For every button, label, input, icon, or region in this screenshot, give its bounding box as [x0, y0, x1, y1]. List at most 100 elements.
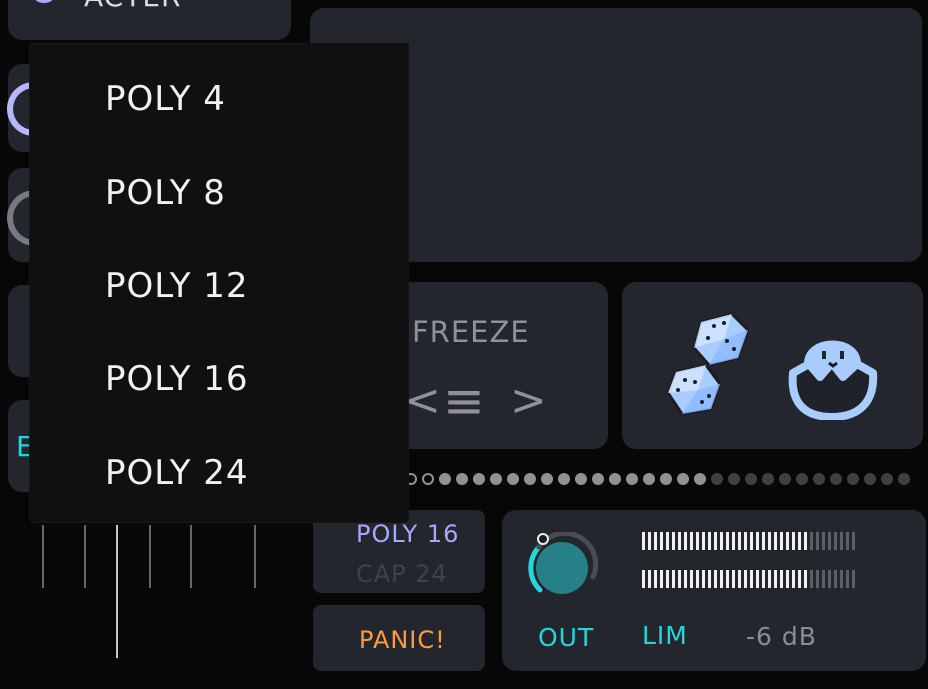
- level-bar: [744, 570, 747, 588]
- sequence-dot: [541, 473, 553, 485]
- dot-sequence: [405, 473, 925, 489]
- level-bar: [750, 532, 753, 550]
- partial-radio-icon: [30, 0, 58, 3]
- level-bar: [768, 532, 771, 550]
- output-label: OUT: [538, 623, 595, 652]
- level-bar: [822, 570, 825, 588]
- cap-value: CAP 24: [356, 560, 448, 588]
- sequence-dot: [558, 473, 570, 485]
- sequence-dot: [898, 473, 910, 485]
- sequence-dot: [779, 473, 791, 485]
- meter-line: [84, 525, 86, 588]
- level-bar: [720, 532, 723, 550]
- meter-line: [254, 525, 256, 588]
- partial-top-label: ACTER: [84, 0, 181, 13]
- freeze-label: FREEZE: [412, 315, 530, 349]
- level-bar: [840, 532, 843, 550]
- sequence-dot: [626, 473, 638, 485]
- level-bar: [678, 570, 681, 588]
- sequence-dot: [796, 473, 808, 485]
- panic-button-label: PANIC!: [359, 626, 446, 654]
- menu-item-poly-16[interactable]: POLY 16: [105, 348, 405, 410]
- level-bar: [714, 570, 717, 588]
- level-bar: [780, 570, 783, 588]
- voice-mode-dropdown-menu[interactable]: POLY 4 POLY 8 POLY 12 POLY 16 POLY 24: [30, 44, 408, 522]
- level-bar: [660, 570, 663, 588]
- level-bar: [666, 532, 669, 550]
- level-bar: [648, 532, 651, 550]
- level-bar: [804, 532, 807, 550]
- level-bar: [792, 570, 795, 588]
- sequence-dot: [830, 473, 842, 485]
- level-bar: [672, 532, 675, 550]
- sequence-dot: [609, 473, 621, 485]
- level-bar: [786, 570, 789, 588]
- level-bar: [696, 532, 699, 550]
- sequence-dot: [507, 473, 519, 485]
- output-knob-icon[interactable]: [526, 532, 598, 604]
- gain-value[interactable]: -6 dB: [746, 622, 817, 651]
- level-bar: [804, 570, 807, 588]
- level-bar: [786, 532, 789, 550]
- level-bar: [768, 570, 771, 588]
- meter-line: [42, 525, 44, 588]
- sequence-dot: [864, 473, 876, 485]
- level-bar: [726, 570, 729, 588]
- level-bar: [708, 532, 711, 550]
- sequence-dot: [439, 473, 451, 485]
- sequence-dot: [694, 473, 706, 485]
- level-bar: [672, 570, 675, 588]
- sequence-dot: [762, 473, 774, 485]
- level-bar: [756, 532, 759, 550]
- limiter-toggle[interactable]: LIM: [642, 621, 688, 650]
- level-bar: [816, 532, 819, 550]
- sequence-dot: [711, 473, 723, 485]
- level-bar: [738, 532, 741, 550]
- level-bar: [702, 532, 705, 550]
- sequence-dot: [524, 473, 536, 485]
- level-bar: [654, 570, 657, 588]
- level-bar: [852, 570, 855, 588]
- menu-item-poly-12[interactable]: POLY 12: [105, 255, 405, 317]
- level-bar: [762, 532, 765, 550]
- level-meter-top: [642, 532, 855, 550]
- level-bar: [840, 570, 843, 588]
- menu-item-poly-4[interactable]: POLY 4: [105, 68, 405, 130]
- level-bar: [738, 570, 741, 588]
- level-bar: [762, 570, 765, 588]
- app-root: ACTER E FREEZE < ≡ >: [0, 0, 928, 689]
- level-bar: [828, 570, 831, 588]
- sequence-dot: [745, 473, 757, 485]
- level-bar: [726, 532, 729, 550]
- menu-item-poly-24[interactable]: POLY 24: [105, 442, 405, 504]
- meter-line: [149, 525, 151, 588]
- sequence-dot: [813, 473, 825, 485]
- sequence-dot: [643, 473, 655, 485]
- meter-line: [116, 525, 118, 658]
- level-bar: [678, 532, 681, 550]
- freeze-next-icon[interactable]: >: [510, 375, 548, 426]
- level-bar: [696, 570, 699, 588]
- level-bar: [642, 532, 645, 550]
- level-bar: [702, 570, 705, 588]
- egg-icon[interactable]: [785, 316, 880, 420]
- freeze-menu-icon[interactable]: ≡: [443, 372, 486, 430]
- menu-item-poly-8[interactable]: POLY 8: [105, 162, 405, 224]
- level-bar: [846, 532, 849, 550]
- level-bar: [684, 532, 687, 550]
- sequence-dot: [575, 473, 587, 485]
- level-bar: [648, 570, 651, 588]
- freeze-prev-icon[interactable]: <: [404, 375, 442, 426]
- level-bar: [810, 570, 813, 588]
- dice-icon[interactable]: [666, 310, 756, 416]
- level-bar: [810, 532, 813, 550]
- level-bar: [642, 570, 645, 588]
- level-meter-bottom: [642, 570, 855, 588]
- sequence-dot: [422, 473, 434, 485]
- level-bar: [846, 570, 849, 588]
- top-left-partial-control[interactable]: ACTER: [8, 0, 291, 40]
- level-bar: [798, 532, 801, 550]
- level-bar: [816, 570, 819, 588]
- level-bar: [822, 532, 825, 550]
- level-bar: [744, 532, 747, 550]
